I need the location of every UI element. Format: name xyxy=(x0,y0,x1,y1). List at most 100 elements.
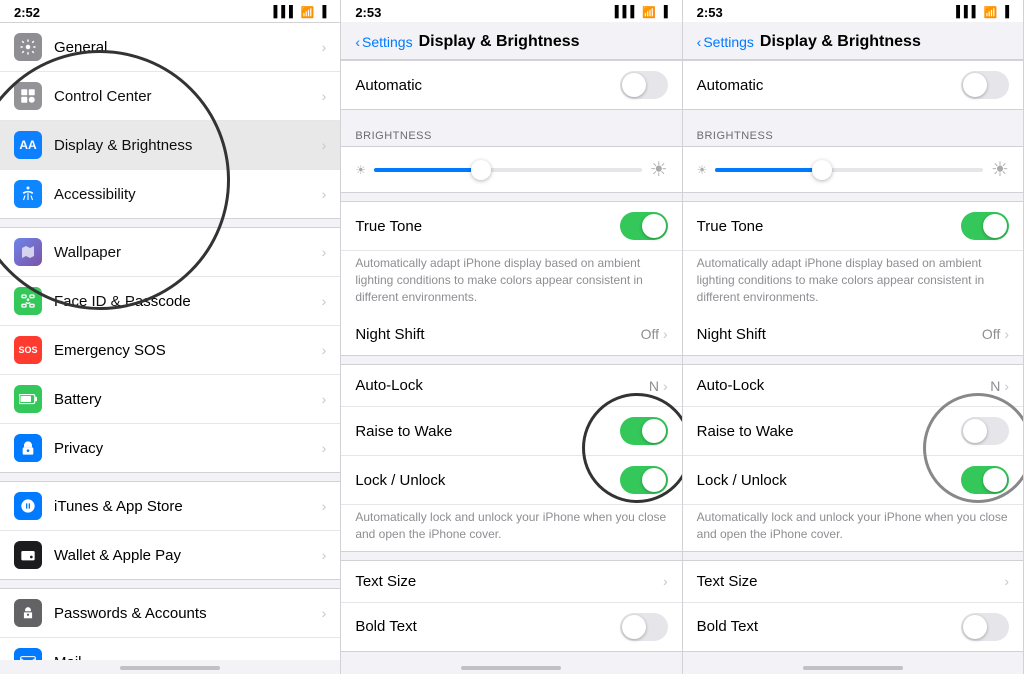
status-icons-3: ▌▌▌ 📶 ▐ xyxy=(956,6,1009,19)
true-tone-label-3: True Tone xyxy=(697,218,961,235)
automatic-label-3: Automatic xyxy=(697,77,961,94)
row-raise-to-wake-3[interactable]: Raise to Wake xyxy=(683,407,1023,456)
lock-unlock-toggle-2[interactable] xyxy=(620,466,668,494)
status-time-1: 2:52 xyxy=(14,5,40,20)
back-button-3[interactable]: ‹ Settings xyxy=(697,34,754,50)
text-size-label-2: Text Size xyxy=(355,573,663,590)
row-emergency-sos[interactable]: SOS Emergency SOS › xyxy=(0,326,340,375)
row-display-brightness[interactable]: AA Display & Brightness › xyxy=(0,121,340,170)
brightness-track-3[interactable] xyxy=(715,168,983,172)
row-lock-unlock-3[interactable]: Lock / Unlock xyxy=(683,456,1023,505)
automatic-toggle-2[interactable] xyxy=(620,71,668,99)
row-general[interactable]: General › xyxy=(0,23,340,72)
bold-text-toggle-3[interactable] xyxy=(961,613,1009,641)
true-tone-toggle-2[interactable] xyxy=(620,212,668,240)
row-passwords[interactable]: Passwords & Accounts › xyxy=(0,589,340,638)
privacy-label: Privacy xyxy=(54,440,322,457)
row-raise-to-wake-2[interactable]: Raise to Wake xyxy=(341,407,681,456)
row-mail[interactable]: Mail › xyxy=(0,638,340,660)
text-size-label-3: Text Size xyxy=(697,573,1005,590)
row-automatic-2[interactable]: Automatic xyxy=(341,61,681,109)
automatic-label-2: Automatic xyxy=(355,77,619,94)
general-chevron: › xyxy=(322,39,327,55)
row-wallpaper[interactable]: Wallpaper › xyxy=(0,228,340,277)
control-center-icon xyxy=(14,82,42,110)
nav-title-3: Display & Brightness xyxy=(760,33,921,51)
mail-icon xyxy=(14,648,42,660)
panel-display-brightness-on: 2:53 ▌▌▌ 📶 ▐ ‹ Settings Display & Bright… xyxy=(341,0,682,674)
auto-lock-label-3: Auto-Lock xyxy=(697,377,991,394)
signal-icon-2: ▌▌▌ xyxy=(615,6,638,18)
settings-list: General › Control Center › AA Display & … xyxy=(0,22,340,660)
row-wallet[interactable]: Wallet & Apple Pay › xyxy=(0,531,340,579)
automatic-toggle-3[interactable] xyxy=(961,71,1009,99)
lock-unlock-desc-2: Automatically lock and unlock your iPhon… xyxy=(341,505,681,551)
emergency-sos-icon: SOS xyxy=(14,336,42,364)
nav-title-2: Display & Brightness xyxy=(419,33,580,51)
back-arrow-2: ‹ xyxy=(355,34,360,50)
row-night-shift-3[interactable]: Night Shift Off › xyxy=(683,313,1023,355)
back-button-2[interactable]: ‹ Settings xyxy=(355,34,412,50)
row-auto-lock-2[interactable]: Auto-Lock N › xyxy=(341,365,681,407)
group-text-2: Text Size › Bold Text xyxy=(341,560,681,652)
status-time-3: 2:53 xyxy=(697,5,723,20)
passwords-label: Passwords & Accounts xyxy=(54,605,322,622)
row-auto-lock-3[interactable]: Auto-Lock N › xyxy=(683,365,1023,407)
wallet-icon xyxy=(14,541,42,569)
display-settings-list-3: Automatic BRIGHTNESS ☀ ☀ True Tone xyxy=(683,60,1023,660)
sun-dim-icon-3: ☀ xyxy=(697,163,708,177)
brightness-thumb-3[interactable] xyxy=(812,160,832,180)
status-icons-1: ▌▌▌ 📶 ▐ xyxy=(273,6,326,19)
row-control-center[interactable]: Control Center › xyxy=(0,72,340,121)
wallpaper-icon xyxy=(14,238,42,266)
nav-bar-2: ‹ Settings Display & Brightness xyxy=(341,22,681,60)
group-text-3: Text Size › Bold Text xyxy=(683,560,1023,652)
auto-lock-chevron-2: › xyxy=(663,378,668,394)
lock-unlock-toggle-3[interactable] xyxy=(961,466,1009,494)
night-shift-value-3: Off xyxy=(982,326,1000,342)
true-tone-toggle-3[interactable] xyxy=(961,212,1009,240)
brightness-slider-row-3: ☀ ☀ xyxy=(683,147,1023,192)
panel-settings-menu: 2:52 ▌▌▌ 📶 ▐ General › Control C xyxy=(0,0,341,674)
row-true-tone-3[interactable]: True Tone xyxy=(683,202,1023,251)
text-size-chevron-3: › xyxy=(1004,573,1009,589)
group-lock-3: Auto-Lock N › Raise to Wake Lock / Unloc… xyxy=(683,364,1023,552)
brightness-track-2[interactable] xyxy=(374,168,642,172)
wallpaper-label: Wallpaper xyxy=(54,244,322,261)
status-bar-2: 2:53 ▌▌▌ 📶 ▐ xyxy=(341,0,681,22)
auto-lock-chevron-3: › xyxy=(1004,378,1009,394)
row-bold-text-3[interactable]: Bold Text xyxy=(683,603,1023,651)
auto-lock-value-2: N xyxy=(649,378,659,394)
status-bar-3: 2:53 ▌▌▌ 📶 ▐ xyxy=(683,0,1023,22)
row-automatic-3[interactable]: Automatic xyxy=(683,61,1023,109)
group-brightness-2: ☀ ☀ xyxy=(341,146,681,193)
group-appearance-2: Automatic xyxy=(341,60,681,110)
row-night-shift-2[interactable]: Night Shift Off › xyxy=(341,313,681,355)
privacy-icon xyxy=(14,434,42,462)
status-time-2: 2:53 xyxy=(355,5,381,20)
group-brightness-3: ☀ ☀ xyxy=(683,146,1023,193)
lock-unlock-label-3: Lock / Unlock xyxy=(697,472,961,489)
row-bold-text-2[interactable]: Bold Text xyxy=(341,603,681,651)
bold-text-toggle-2[interactable] xyxy=(620,613,668,641)
row-lock-unlock-2[interactable]: Lock / Unlock xyxy=(341,456,681,505)
night-shift-label-2: Night Shift xyxy=(355,326,640,343)
row-privacy[interactable]: Privacy › xyxy=(0,424,340,472)
accessibility-icon xyxy=(14,180,42,208)
row-battery[interactable]: Battery › xyxy=(0,375,340,424)
brightness-thumb-2[interactable] xyxy=(471,160,491,180)
row-text-size-2[interactable]: Text Size › xyxy=(341,561,681,603)
night-shift-chevron-2: › xyxy=(663,326,668,342)
signal-icon: ▌▌▌ xyxy=(273,6,296,18)
row-face-id[interactable]: Face ID & Passcode › xyxy=(0,277,340,326)
raise-to-wake-toggle-3[interactable] xyxy=(961,417,1009,445)
group-tone-3: True Tone Automatically adapt iPhone dis… xyxy=(683,201,1023,356)
display-brightness-label: Display & Brightness xyxy=(54,137,322,154)
row-true-tone-2[interactable]: True Tone xyxy=(341,202,681,251)
row-accessibility[interactable]: Accessibility › xyxy=(0,170,340,218)
row-text-size-3[interactable]: Text Size › xyxy=(683,561,1023,603)
true-tone-label-2: True Tone xyxy=(355,218,619,235)
face-id-chevron: › xyxy=(322,293,327,309)
raise-to-wake-toggle-2[interactable] xyxy=(620,417,668,445)
row-itunes[interactable]: iTunes & App Store › xyxy=(0,482,340,531)
